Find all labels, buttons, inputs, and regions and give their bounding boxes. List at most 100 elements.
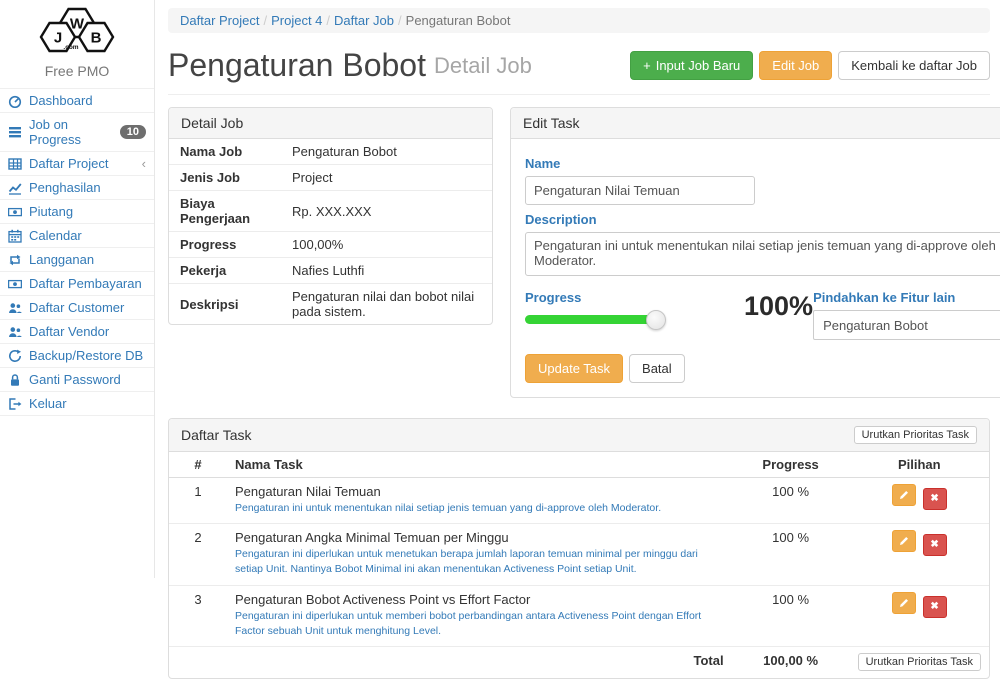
sign-out-icon — [8, 397, 22, 411]
job-count-badge: 10 — [120, 125, 146, 139]
progress-control: Progress — [525, 283, 730, 340]
header-actions: +Input Job Baru Edit Job Kembali ke daft… — [630, 51, 990, 80]
refresh-icon — [8, 349, 22, 363]
task-progress: 100 % — [732, 524, 850, 585]
table-icon — [8, 157, 22, 171]
edit-task-button[interactable] — [892, 530, 916, 552]
page-header: Pengaturan Bobot Detail Job +Input Job B… — [168, 33, 990, 95]
column-header-num: # — [169, 452, 227, 478]
breadcrumb-separator: / — [394, 13, 406, 28]
breadcrumb-link-daftar-job[interactable]: Daftar Job — [334, 13, 394, 28]
x-icon: ✖ — [930, 602, 938, 612]
detail-label: Jenis Job — [169, 165, 281, 191]
detail-value: Pengaturan Bobot — [281, 139, 492, 165]
batal-button[interactable]: Batal — [629, 354, 685, 383]
task-number: 3 — [169, 585, 227, 646]
edit-task-form: Name Description Pengaturan ini untuk me… — [511, 139, 1000, 397]
progress-slider-fill — [525, 315, 657, 324]
urutkan-prioritas-task-button-top[interactable]: Urutkan Prioritas Task — [854, 426, 977, 444]
breadcrumb-link-project-4[interactable]: Project 4 — [271, 13, 322, 28]
lock-icon — [8, 373, 22, 387]
sidebar-item-label: Calendar — [29, 228, 82, 243]
sidebar-item-label: Dashboard — [29, 93, 93, 108]
sidebar-item-penghasilan[interactable]: Penghasilan — [0, 175, 154, 199]
input-job-baru-label: Input Job Baru — [656, 58, 741, 73]
sidebar-nav: Dashboard Job on Progress 10 Daftar Proj… — [0, 88, 154, 416]
move-feature-label: Pindahkan ke Fitur lain — [813, 290, 1000, 305]
progress-label: Progress — [525, 290, 730, 305]
sidebar-item-label: Backup/Restore DB — [29, 348, 143, 363]
task-description: Pengaturan ini untuk menentukan nilai se… — [235, 501, 724, 516]
table-row: 3 Pengaturan Bobot Activeness Point vs E… — [169, 585, 989, 646]
sidebar-item-langganan[interactable]: Langganan — [0, 247, 154, 271]
page-subtitle: Detail Job — [434, 53, 532, 79]
detail-job-table: Nama JobPengaturan Bobot Jenis JobProjec… — [169, 139, 492, 324]
brand-name: Free PMO — [0, 63, 154, 79]
detail-job-title: Detail Job — [181, 115, 243, 131]
edit-task-button[interactable] — [892, 484, 916, 506]
breadcrumb: Daftar Project/Project 4/Daftar Job/Peng… — [168, 8, 990, 33]
daftar-task-title: Daftar Task — [181, 427, 252, 443]
kembali-ke-daftar-job-button[interactable]: Kembali ke daftar Job — [838, 51, 990, 80]
sidebar-item-label: Langganan — [29, 252, 94, 267]
task-name: Pengaturan Bobot Activeness Point vs Eff… — [235, 592, 724, 607]
delete-task-button[interactable]: ✖ — [923, 488, 947, 510]
edit-task-button[interactable] — [892, 592, 916, 614]
edit-task-panel: Edit Task Name Description Pengaturan in… — [510, 107, 1000, 398]
x-icon: ✖ — [930, 494, 938, 504]
sidebar-item-label: Daftar Project — [29, 156, 108, 171]
task-name-input[interactable] — [525, 176, 755, 205]
edit-job-button[interactable]: Edit Job — [759, 51, 832, 80]
task-table: # Nama Task Progress Pilihan 1 Pengatura… — [169, 452, 989, 678]
move-feature-selected-value: Pengaturan Bobot — [823, 318, 928, 333]
detail-label: Pekerja — [169, 258, 281, 284]
sidebar-item-daftar-project[interactable]: Daftar Project ‹ — [0, 151, 154, 175]
update-task-button[interactable]: Update Task — [525, 354, 623, 383]
sidebar-item-dashboard[interactable]: Dashboard — [0, 88, 154, 112]
urutkan-prioritas-task-button-bottom[interactable]: Urutkan Prioritas Task — [858, 653, 981, 671]
detail-value: Nafies Luthfi — [281, 258, 492, 284]
breadcrumb-link-daftar-project[interactable]: Daftar Project — [180, 13, 259, 28]
edit-task-panel-heading: Edit Task — [511, 108, 1000, 139]
input-job-baru-button[interactable]: +Input Job Baru — [630, 51, 753, 80]
column-header-nama-task: Nama Task — [227, 452, 732, 478]
column-header-progress: Progress — [732, 452, 850, 478]
chevron-left-icon: ‹ — [142, 157, 146, 170]
task-description-textarea[interactable]: Pengaturan ini untuk menentukan nilai se… — [525, 232, 1000, 276]
column-header-pilihan: Pilihan — [850, 452, 989, 478]
detail-label: Biaya Pengerjaan — [169, 191, 281, 232]
sidebar-item-calendar[interactable]: Calendar — [0, 223, 154, 247]
task-progress: 100 % — [732, 585, 850, 646]
sidebar-item-daftar-customer[interactable]: Daftar Customer — [0, 295, 154, 319]
task-name: Pengaturan Nilai Temuan — [235, 484, 724, 499]
pencil-icon — [898, 489, 910, 501]
delete-task-button[interactable]: ✖ — [923, 534, 947, 556]
sidebar-item-ganti-password[interactable]: Ganti Password — [0, 367, 154, 391]
sidebar-item-backup-restore[interactable]: Backup/Restore DB — [0, 343, 154, 367]
sidebar-item-job-on-progress[interactable]: Job on Progress 10 — [0, 112, 154, 151]
sidebar-item-keluar[interactable]: Keluar — [0, 391, 154, 416]
detail-label: Progress — [169, 232, 281, 258]
progress-slider-track[interactable] — [525, 315, 657, 324]
task-actions: ✖ — [850, 585, 989, 646]
table-row: Progress100,00% — [169, 232, 492, 258]
move-feature-select[interactable]: Pengaturan Bobot ▼ — [813, 310, 1000, 340]
task-table-header-row: # Nama Task Progress Pilihan — [169, 452, 989, 478]
sidebar-item-daftar-vendor[interactable]: Daftar Vendor — [0, 319, 154, 343]
detail-value: Pengaturan nilai dan bobot nilai pada si… — [281, 284, 492, 325]
page-title: Pengaturan Bobot — [168, 47, 426, 84]
task-number: 2 — [169, 524, 227, 585]
sidebar-item-daftar-pembayaran[interactable]: Daftar Pembayaran — [0, 271, 154, 295]
pencil-icon — [898, 535, 910, 547]
detail-label: Deskripsi — [169, 284, 281, 325]
detail-value: Rp. XXX.XXX — [281, 191, 492, 232]
total-label: Total — [169, 647, 732, 679]
sidebar-item-label: Job on Progress — [29, 117, 113, 147]
task-progress: 100 % — [732, 478, 850, 524]
jwb-hexagon-logo-icon: W J B .com — [25, 7, 129, 57]
sidebar-item-piutang[interactable]: Piutang — [0, 199, 154, 223]
sidebar-item-label: Penghasilan — [29, 180, 101, 195]
delete-task-button[interactable]: ✖ — [923, 596, 947, 618]
progress-slider-handle[interactable] — [646, 310, 666, 330]
move-feature-group: Pindahkan ke Fitur lain Pengaturan Bobot… — [813, 283, 1000, 340]
